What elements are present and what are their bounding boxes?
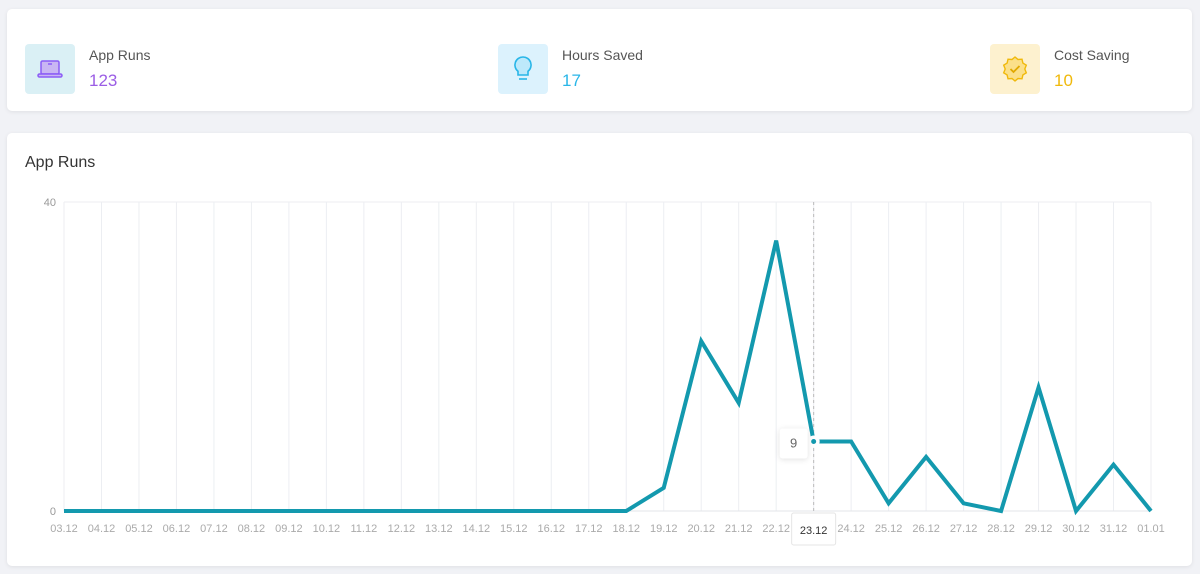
x-tick-label: 22.12 bbox=[762, 523, 790, 535]
x-tick-label: 06.12 bbox=[163, 523, 191, 535]
x-tick-label: 13.12 bbox=[425, 523, 453, 535]
chart-card: App Runs 0 40 03.12 04.12 05.12 06.12 07.12 08.… bbox=[7, 133, 1192, 566]
x-tick-label: 28.12 bbox=[987, 523, 1015, 535]
lightbulb-icon bbox=[498, 44, 548, 94]
stat-app-runs: App Runs 123 bbox=[25, 44, 150, 94]
stat-cost-saving: Cost Saving 10 bbox=[990, 44, 1129, 94]
x-tick-label: 30.12 bbox=[1062, 523, 1090, 535]
x-tick-label: 12.12 bbox=[388, 523, 416, 535]
x-tick-label: 09.12 bbox=[275, 523, 303, 535]
x-tick-label: 25.12 bbox=[875, 523, 903, 535]
stat-value: 17 bbox=[562, 71, 581, 90]
stat-label: App Runs bbox=[89, 47, 151, 63]
x-tick-label: 14.12 bbox=[463, 523, 491, 535]
x-tick-label: 08.12 bbox=[238, 523, 266, 535]
x-tick-label: 29.12 bbox=[1025, 523, 1053, 535]
stat-label: Cost Saving bbox=[1054, 47, 1130, 63]
tooltip-value: 9 bbox=[790, 435, 797, 450]
badge-check-icon bbox=[990, 44, 1040, 94]
stat-label: Hours Saved bbox=[562, 47, 643, 63]
x-tick-label: 01.01 bbox=[1137, 523, 1165, 535]
hover-marker bbox=[811, 438, 817, 444]
x-tick-label: 16.12 bbox=[538, 523, 566, 535]
x-tick-label: 21.12 bbox=[725, 523, 753, 535]
x-tick-label: 31.12 bbox=[1100, 523, 1128, 535]
x-tick-label: 10.12 bbox=[313, 523, 341, 535]
x-tick-label: 18.12 bbox=[612, 523, 640, 535]
y-tick-label: 0 bbox=[50, 506, 56, 518]
series-line bbox=[64, 240, 1153, 516]
stat-value: 10 bbox=[1054, 71, 1073, 90]
x-tick-label: 19.12 bbox=[650, 523, 678, 535]
x-tick-label: 11.12 bbox=[351, 523, 378, 535]
x-tick-label: 04.12 bbox=[88, 523, 116, 535]
stats-card: App Runs 123 Hours Saved 17 Cost Saving 10 bbox=[7, 9, 1192, 111]
x-tick-label: 20.12 bbox=[687, 523, 715, 535]
x-tick-label: 15.12 bbox=[500, 523, 528, 535]
x-tick-label: 03.12 bbox=[50, 523, 78, 535]
stat-hours-saved: Hours Saved 17 bbox=[498, 44, 643, 94]
y-tick-label: 40 bbox=[44, 197, 56, 209]
x-tick-label: 26.12 bbox=[912, 523, 940, 535]
x-tick-label: 17.12 bbox=[575, 523, 603, 535]
stat-value: 123 bbox=[89, 71, 118, 90]
x-tick-label: 05.12 bbox=[125, 523, 153, 535]
laptop-icon bbox=[25, 44, 75, 94]
x-tick-label: 27.12 bbox=[950, 523, 978, 535]
x-tick-label: 24.12 bbox=[837, 523, 865, 535]
line-chart[interactable]: 0 40 03.12 04.12 05.12 06.12 07.12 08.12 09.12 10… bbox=[7, 133, 1192, 566]
x-tick-label: 07.12 bbox=[200, 523, 228, 535]
x-tick-label: 23.12 bbox=[800, 525, 828, 537]
